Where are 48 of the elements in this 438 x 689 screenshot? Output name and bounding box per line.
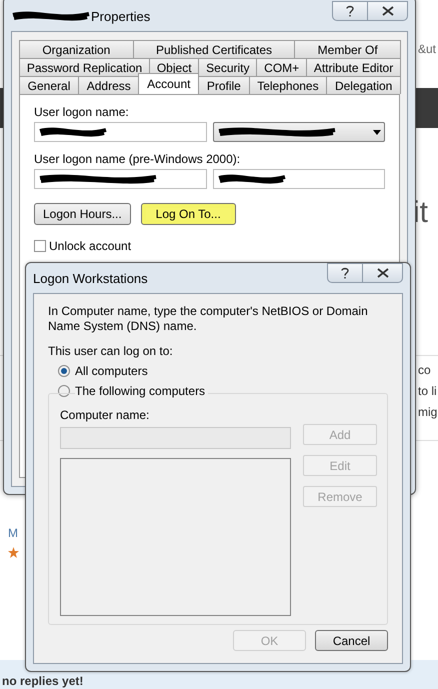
- close-icon: [376, 268, 388, 278]
- help-icon: [346, 5, 354, 17]
- checkbox-label: Unlock account: [49, 239, 132, 253]
- tab[interactable]: Address: [78, 76, 140, 94]
- tab[interactable]: General: [19, 76, 80, 94]
- tab[interactable]: Password Replication: [19, 58, 150, 76]
- dialog-title: Logon Workstations: [33, 270, 148, 286]
- page-text: mig: [418, 405, 438, 419]
- radio-button[interactable]: [58, 385, 70, 397]
- tab[interactable]: Published Certificates: [132, 40, 296, 58]
- tab[interactable]: Organization: [19, 40, 134, 58]
- close-button[interactable]: [363, 263, 403, 283]
- window-title: Properties: [91, 8, 150, 24]
- page-text: co: [418, 363, 431, 377]
- logon-name-field[interactable]: [212, 169, 385, 189]
- help-icon: [341, 267, 349, 279]
- close-button[interactable]: [368, 1, 408, 21]
- tab[interactable]: Member Of: [294, 40, 401, 58]
- radio-button[interactable]: [58, 365, 70, 377]
- tab[interactable]: Attribute Editor: [306, 58, 402, 76]
- radio-label: The following computers: [75, 384, 208, 398]
- field-label: User logon name (pre-Windows 2000):: [34, 152, 242, 166]
- page-text: &ut: [418, 42, 436, 56]
- instructions-text: In Computer name, type the computer's NetBIOS or Domain Name System (DNS) name.: [48, 304, 369, 334]
- field-label: Computer name:: [60, 408, 150, 422]
- dialog-button[interactable]: Cancel: [315, 630, 388, 651]
- checkbox[interactable]: [34, 240, 46, 252]
- prompt-text: This user can log on to:: [48, 344, 174, 358]
- tab[interactable]: Delegation: [326, 76, 402, 94]
- tab[interactable]: Profile: [198, 76, 250, 94]
- page-text: M: [8, 526, 18, 540]
- dialog-button[interactable]: Log On To...: [140, 203, 236, 225]
- logon-name-field[interactable]: [34, 122, 206, 142]
- tab[interactable]: Account: [138, 73, 200, 94]
- computer-list[interactable]: [60, 458, 291, 616]
- field-label: User logon name:: [34, 105, 130, 119]
- close-icon: [382, 6, 394, 16]
- domain-dropdown[interactable]: [212, 122, 385, 142]
- star-icon: [8, 547, 19, 558]
- help-button[interactable]: [332, 1, 368, 21]
- page-text: no replies yet!: [2, 674, 84, 688]
- dialog-button[interactable]: Logon Hours...: [34, 203, 131, 225]
- tab[interactable]: COM+: [256, 58, 308, 76]
- help-button[interactable]: [327, 263, 363, 283]
- domain-field[interactable]: [34, 169, 206, 189]
- tab[interactable]: Security: [198, 58, 258, 76]
- tab[interactable]: Telephones: [248, 76, 328, 94]
- page-text: to li: [418, 384, 437, 398]
